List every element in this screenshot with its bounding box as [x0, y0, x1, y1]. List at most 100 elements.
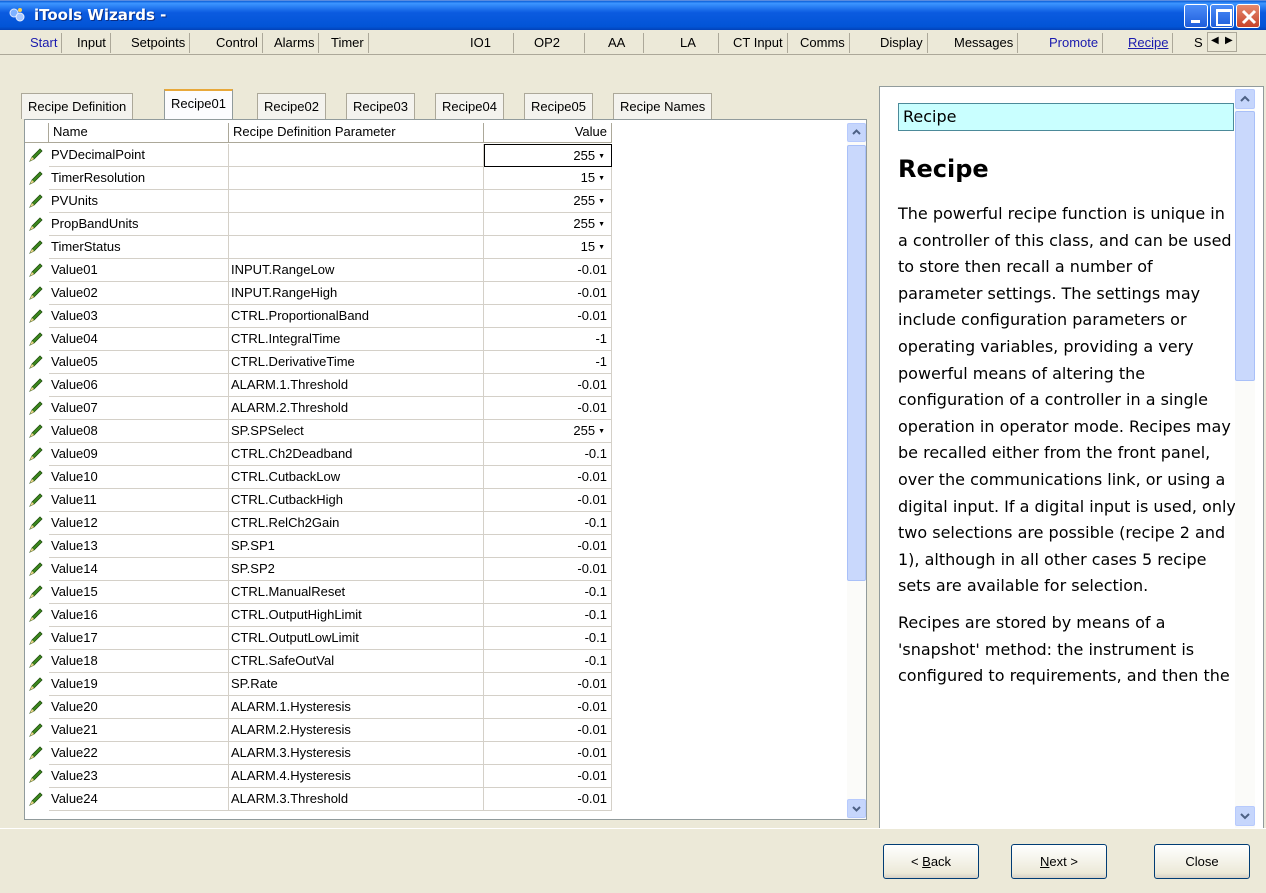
row-value-dropdown[interactable]: 255 ▼	[484, 420, 612, 443]
row-value-input[interactable]: -0.01	[484, 788, 612, 811]
back-button[interactable]: < Back	[883, 844, 979, 879]
help-scroll-up-icon[interactable]	[1235, 89, 1255, 109]
grid-scroll-thumb[interactable]	[847, 145, 866, 581]
row-value-input[interactable]: -1	[484, 328, 612, 351]
row-value-input[interactable]: -0.1	[484, 627, 612, 650]
table-row[interactable]: Value24 ALARM.3.Threshold -0.01	[25, 788, 612, 811]
table-row[interactable]: Value01 INPUT.RangeLow -0.01	[25, 259, 612, 282]
tab-comms[interactable]: Comms	[796, 33, 850, 53]
tab-timer[interactable]: Timer	[327, 33, 369, 53]
table-row[interactable]: Value07 ALARM.2.Threshold -0.01	[25, 397, 612, 420]
header-value[interactable]: Value	[484, 123, 612, 143]
tab-s-truncated[interactable]: S	[1190, 33, 1207, 53]
row-value-input[interactable]: -0.01	[484, 489, 612, 512]
tab-control[interactable]: Control	[212, 33, 263, 53]
table-row[interactable]: PVUnits 255 ▼	[25, 190, 612, 213]
table-row[interactable]: Value05 CTRL.DerivativeTime -1	[25, 351, 612, 374]
row-value-dropdown[interactable]: 255 ▼	[484, 190, 612, 213]
table-row[interactable]: Value08 SP.SPSelect 255 ▼	[25, 420, 612, 443]
table-row[interactable]: Value03 CTRL.ProportionalBand -0.01	[25, 305, 612, 328]
tab-scroll-right-icon[interactable]: ▶	[1225, 35, 1233, 46]
tab-setpoints[interactable]: Setpoints	[127, 33, 191, 53]
table-row[interactable]: TimerResolution 15 ▼	[25, 167, 612, 190]
subtab-recipe02[interactable]: Recipe02	[257, 93, 326, 119]
row-value-input[interactable]: -0.01	[484, 374, 612, 397]
tab-messages[interactable]: Messages	[950, 33, 1019, 53]
table-row[interactable]: Value04 CTRL.IntegralTime -1	[25, 328, 612, 351]
row-value-dropdown[interactable]: 15 ▼	[484, 167, 612, 190]
help-scroll-thumb[interactable]	[1235, 111, 1255, 381]
tab-ct-input[interactable]: CT Input	[729, 33, 788, 53]
row-value-input[interactable]: -0.01	[484, 397, 612, 420]
tab-recipe[interactable]: Recipe	[1124, 33, 1174, 53]
subtab-recipe-definition[interactable]: Recipe Definition	[21, 93, 134, 119]
table-row[interactable]: Value20 ALARM.1.Hysteresis -0.01	[25, 696, 612, 719]
tab-io1[interactable]: IO1	[440, 33, 514, 53]
table-row[interactable]: Value15 CTRL.ManualReset -0.1	[25, 581, 612, 604]
row-value-input[interactable]: -0.01	[484, 259, 612, 282]
subtab-recipe04[interactable]: Recipe04	[435, 93, 504, 119]
row-value-input[interactable]: -0.01	[484, 719, 612, 742]
dropdown-arrow-icon[interactable]: ▼	[598, 198, 605, 205]
scroll-down-icon[interactable]	[847, 799, 866, 818]
table-row[interactable]: Value06 ALARM.1.Threshold -0.01	[25, 374, 612, 397]
tab-display[interactable]: Display	[876, 33, 928, 53]
help-scrollbar[interactable]	[1235, 89, 1255, 828]
header-name[interactable]: Name	[49, 123, 229, 143]
row-value-input[interactable]: -0.01	[484, 466, 612, 489]
dropdown-arrow-icon[interactable]: ▼	[598, 175, 605, 182]
close-button[interactable]: Close	[1154, 844, 1250, 879]
tab-op2[interactable]: OP2	[510, 33, 586, 53]
table-row[interactable]: Value18 CTRL.SafeOutVal -0.1	[25, 650, 612, 673]
maximize-button[interactable]	[1210, 4, 1234, 28]
row-value-input[interactable]: -0.01	[484, 673, 612, 696]
table-row[interactable]: Value22 ALARM.3.Hysteresis -0.01	[25, 742, 612, 765]
row-value-input[interactable]: -1	[484, 351, 612, 374]
row-value-input[interactable]: -0.1	[484, 443, 612, 466]
header-param[interactable]: Recipe Definition Parameter	[229, 123, 484, 143]
dropdown-arrow-icon[interactable]: ▼	[598, 153, 605, 160]
table-row[interactable]: Value13 SP.SP1 -0.01	[25, 535, 612, 558]
tab-la[interactable]: LA	[652, 33, 719, 53]
row-value-input[interactable]: -0.1	[484, 512, 612, 535]
row-value-input[interactable]: -0.01	[484, 696, 612, 719]
table-row[interactable]: Value12 CTRL.RelCh2Gain -0.1	[25, 512, 612, 535]
tab-scroll-left-icon[interactable]: ◀	[1211, 35, 1219, 46]
table-row[interactable]: Value16 CTRL.OutputHighLimit -0.1	[25, 604, 612, 627]
subtab-recipe01[interactable]: Recipe01	[164, 89, 233, 119]
table-row[interactable]: Value11 CTRL.CutbackHigh -0.01	[25, 489, 612, 512]
table-row[interactable]: Value10 CTRL.CutbackLow -0.01	[25, 466, 612, 489]
row-value-input[interactable]: -0.1	[484, 650, 612, 673]
table-row[interactable]: Value21 ALARM.2.Hysteresis -0.01	[25, 719, 612, 742]
tab-aa[interactable]: AA	[584, 33, 645, 53]
scroll-up-icon[interactable]	[847, 123, 866, 142]
table-row[interactable]: TimerStatus 15 ▼	[25, 236, 612, 259]
table-row[interactable]: Value19 SP.Rate -0.01	[25, 673, 612, 696]
table-row[interactable]: Value17 CTRL.OutputLowLimit -0.1	[25, 627, 612, 650]
table-row[interactable]: PropBandUnits 255 ▼	[25, 213, 612, 236]
subtab-recipe05[interactable]: Recipe05	[524, 93, 593, 119]
subtab-recipe-names[interactable]: Recipe Names	[613, 93, 713, 119]
row-value-input[interactable]: -0.01	[484, 765, 612, 788]
row-value-input[interactable]: -0.01	[484, 742, 612, 765]
row-value-dropdown[interactable]: 255 ▼	[484, 144, 612, 167]
dropdown-arrow-icon[interactable]: ▼	[598, 428, 605, 435]
tab-alarms[interactable]: Alarms	[270, 33, 320, 53]
tab-start[interactable]: Start	[26, 33, 63, 53]
dropdown-arrow-icon[interactable]: ▼	[598, 221, 605, 228]
table-row[interactable]: Value02 INPUT.RangeHigh -0.01	[25, 282, 612, 305]
table-row[interactable]: Value23 ALARM.4.Hysteresis -0.01	[25, 765, 612, 788]
tab-promote[interactable]: Promote	[1045, 33, 1104, 53]
row-value-input[interactable]: -0.01	[484, 282, 612, 305]
tab-input[interactable]: Input	[73, 33, 111, 53]
table-row[interactable]: Value09 CTRL.Ch2Deadband -0.1	[25, 443, 612, 466]
minimize-button[interactable]	[1184, 4, 1208, 28]
help-scroll-down-icon[interactable]	[1235, 806, 1255, 826]
row-value-dropdown[interactable]: 255 ▼	[484, 213, 612, 236]
row-value-input[interactable]: -0.01	[484, 305, 612, 328]
row-value-input[interactable]: -0.1	[484, 604, 612, 627]
row-value-dropdown[interactable]: 15 ▼	[484, 236, 612, 259]
table-row[interactable]: Value14 SP.SP2 -0.01	[25, 558, 612, 581]
close-window-button[interactable]	[1236, 4, 1260, 28]
subtab-recipe03[interactable]: Recipe03	[346, 93, 415, 119]
